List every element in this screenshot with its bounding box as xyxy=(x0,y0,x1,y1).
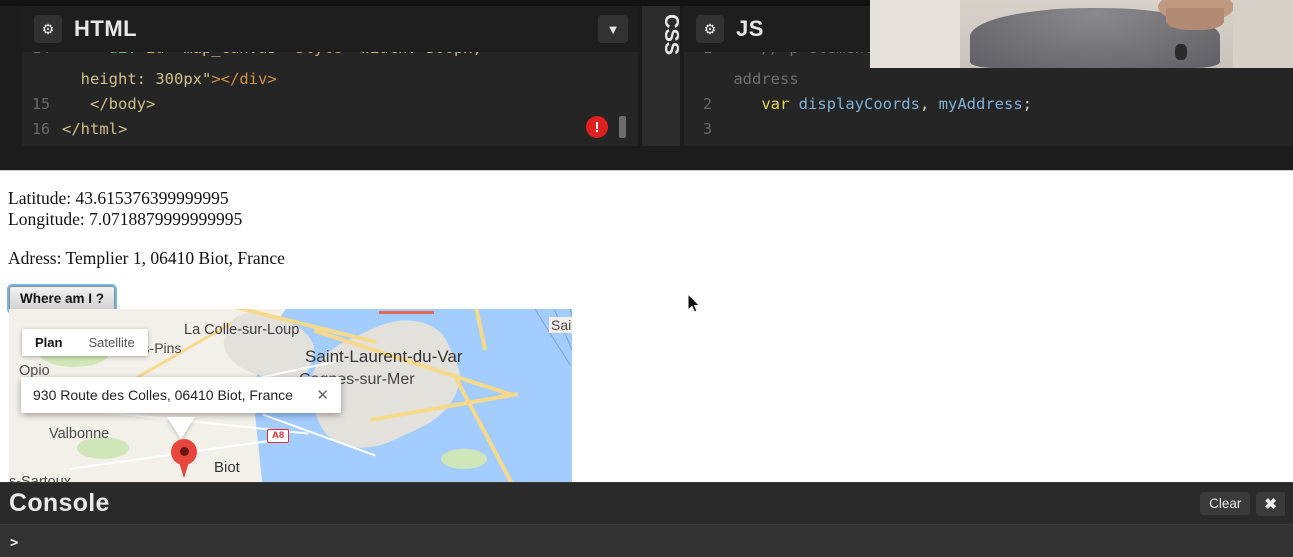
console-actions: Clear ✖ xyxy=(1200,491,1285,516)
webcam-overlay xyxy=(870,0,1293,68)
code-line: 3 xyxy=(684,116,1293,141)
map-label-valbonne: Valbonne xyxy=(49,426,110,442)
js-panel-title: JS xyxy=(736,16,764,41)
code-line: 14 <div id="map_canvas" style="width: 30… xyxy=(22,52,638,66)
map-highway-badge-a8: A8 xyxy=(267,429,290,444)
map-marker-dot xyxy=(180,447,189,456)
map-marker-icon[interactable] xyxy=(171,439,197,479)
code-line: 2 var displayCoords, myAddress; xyxy=(684,91,1293,116)
address-text: Adress: Templier 1, 06410 Biot, France xyxy=(8,248,285,268)
console-header: Console Clear ✖ xyxy=(0,482,1293,524)
latitude-text: Latitude: 43.615376399999995 xyxy=(8,188,229,208)
devtools-playground-window: ⚙ HTML ▼ 14 <div id="map_canvas" style="… xyxy=(0,0,1293,557)
code-line: 16 </html> xyxy=(22,116,638,141)
line-number: 3 xyxy=(702,119,712,138)
close-icon[interactable]: ✖ xyxy=(1256,491,1285,516)
map-label-biot: Biot xyxy=(214,459,240,476)
code-text: var displayCoords, myAddress; xyxy=(761,94,1032,113)
map-canvas[interactable]: La Colle-sur-Loup -les-Pins Saint-Lauren… xyxy=(9,309,572,483)
code-line: address xyxy=(684,66,1293,91)
gear-icon[interactable]: ⚙ xyxy=(34,15,62,43)
close-icon[interactable]: ✕ xyxy=(316,386,329,404)
code-text: height: 300px"></div> xyxy=(62,69,277,88)
code-text: </html> xyxy=(62,119,128,138)
code-text: address xyxy=(724,69,799,88)
console-input[interactable] xyxy=(26,531,1276,553)
html-panel-title: HTML xyxy=(74,16,138,41)
map-label-saint: Saint- xyxy=(549,317,572,333)
map-label-la-colle: La Colle-sur-Loup xyxy=(184,322,300,338)
result-output-pane: Latitude: 43.615376399999995 Longitude: … xyxy=(0,170,1293,483)
line-number: 14 xyxy=(22,52,62,57)
line-number: 16 xyxy=(31,119,50,138)
webcam-person xyxy=(970,0,1234,68)
html-panel-header: ⚙ HTML ▼ xyxy=(22,6,638,52)
gear-icon[interactable]: ⚙ xyxy=(696,15,724,43)
code-line: height: 300px"></div> xyxy=(22,66,638,91)
mouse-cursor xyxy=(688,294,701,313)
html-editor-panel[interactable]: ⚙ HTML ▼ 14 <div id="map_canvas" style="… xyxy=(22,6,638,146)
clear-console-button[interactable]: Clear xyxy=(1200,492,1251,515)
webcam-person-neck xyxy=(1166,8,1224,30)
chevron-down-icon[interactable]: ▼ xyxy=(598,15,628,43)
map-type-control[interactable]: Plan Satellite xyxy=(22,329,148,356)
code-line: 15 </body> xyxy=(22,91,638,116)
line-number: 1 xyxy=(684,52,724,57)
map-info-window[interactable]: 930 Route des Colles, 06410 Biot, France… xyxy=(21,377,341,413)
map-green-area xyxy=(441,449,487,469)
html-code-area[interactable]: 14 <div id="map_canvas" style="width: 30… xyxy=(22,52,638,146)
webcam-background-right xyxy=(1233,0,1293,68)
webcam-background-left xyxy=(870,0,960,68)
info-window-address: 930 Route des Colles, 06410 Biot, France xyxy=(33,387,293,403)
longitude-text: Longitude: 7.0718879999999995 xyxy=(8,209,243,229)
map-type-plan[interactable]: Plan xyxy=(22,329,75,356)
html-scrollbar-thumb[interactable] xyxy=(619,116,626,138)
webcam-lapel-mic xyxy=(1175,44,1187,60)
info-window-tail xyxy=(167,417,195,439)
css-editor-tab[interactable]: CSS xyxy=(641,6,682,146)
console-title: Console xyxy=(9,489,110,517)
console-body[interactable]: > xyxy=(0,524,1293,557)
console-prompt: > xyxy=(10,535,19,551)
map-highlight-route xyxy=(379,311,434,314)
map-type-satellite[interactable]: Satellite xyxy=(75,329,147,356)
code-text: </body> xyxy=(90,94,156,113)
error-badge[interactable]: ! xyxy=(586,116,608,138)
line-number: 2 xyxy=(702,94,712,113)
code-text: <div id="map_canvas" style="width: 300px… xyxy=(62,52,482,57)
map-label-st-laurent: Saint-Laurent-du-Var xyxy=(305,347,463,366)
css-tab-label: CSS xyxy=(660,14,682,56)
line-number: 15 xyxy=(31,94,50,113)
